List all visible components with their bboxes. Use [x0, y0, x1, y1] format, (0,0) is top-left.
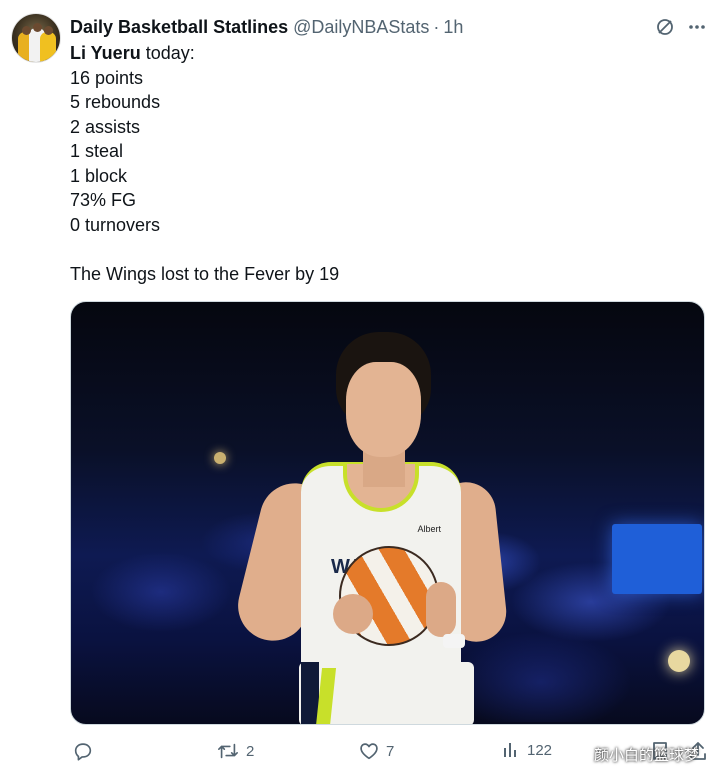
- tweet-header: Daily Basketball Statlines @DailyNBAStat…: [70, 15, 707, 39]
- timestamp[interactable]: 1h: [443, 17, 463, 38]
- arena-light: [214, 452, 226, 464]
- stat-line: 5 rebounds: [70, 92, 161, 112]
- tweet-text: Li Yueru today: 16 points 5 rebounds 2 a…: [70, 41, 670, 286]
- views-count: 122: [527, 741, 553, 759]
- retweet-button[interactable]: 2: [216, 740, 254, 762]
- mention-player: Li Yueru: [70, 43, 141, 63]
- player-hand: [426, 582, 456, 637]
- retweet-count: 2: [246, 742, 255, 760]
- grok-icon[interactable]: [655, 17, 675, 37]
- watermark-text: 颜小白的篮球梦: [594, 746, 700, 764]
- avatar[interactable]: [11, 13, 61, 63]
- first-line-rest: today:: [140, 43, 195, 63]
- stat-line: 2 assists: [70, 116, 141, 137]
- wristband: [443, 634, 465, 648]
- jersey-sponsor: Albert: [417, 524, 441, 534]
- separator-dot: ·: [433, 16, 440, 37]
- tweet-photo[interactable]: Albert WINGS: [70, 301, 705, 725]
- like-button[interactable]: 7: [358, 740, 394, 762]
- arena-screen: [612, 524, 702, 594]
- display-name[interactable]: Daily Basketball Statlines: [70, 17, 288, 38]
- stat-line: 16 points: [70, 67, 144, 88]
- views-icon: [501, 740, 521, 760]
- player-hand: [333, 594, 373, 634]
- avatar-head: [44, 26, 53, 35]
- views-button[interactable]: 122: [501, 740, 552, 760]
- player-figure: Albert WINGS: [230, 332, 521, 724]
- stat-line: 73% FG: [70, 190, 137, 210]
- avatar-head: [22, 26, 31, 35]
- summary-line: The Wings lost to the Fever by 19: [70, 263, 340, 284]
- more-icon[interactable]: [687, 17, 707, 37]
- avatar-figure: [40, 32, 56, 62]
- like-icon: [358, 740, 380, 762]
- player-face: [346, 362, 421, 457]
- reply-icon: [72, 740, 94, 762]
- avatar-head: [33, 23, 42, 32]
- retweet-icon: [216, 740, 240, 762]
- reply-button[interactable]: [72, 740, 100, 762]
- arena-light: [668, 650, 690, 672]
- like-count: 7: [386, 742, 395, 760]
- stat-line: 1 block: [70, 165, 128, 186]
- user-handle[interactable]: @DailyNBAStats: [293, 17, 429, 38]
- stat-line: 0 turnovers: [70, 214, 161, 235]
- stat-line: 1 steal: [70, 141, 124, 161]
